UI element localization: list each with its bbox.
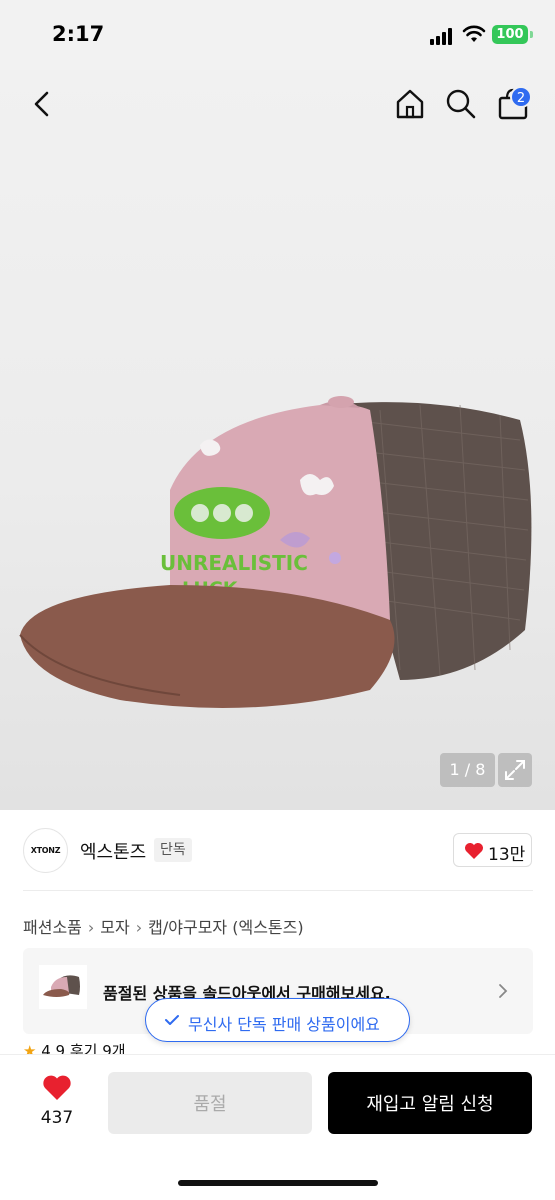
chevron-right-icon: › <box>135 918 143 937</box>
expand-icon[interactable] <box>498 753 532 787</box>
check-icon <box>165 1015 179 1025</box>
brand-name[interactable]: 엑스톤즈 <box>80 838 146 864</box>
toast-text: 무신사 단독 판매 상품이에요 <box>188 1015 380 1034</box>
exclusive-tag: 단독 <box>154 838 192 862</box>
chevron-right-icon: › <box>87 918 95 937</box>
home-icon[interactable] <box>393 86 427 122</box>
soldout-button: 품절 <box>108 1072 312 1134</box>
breadcrumb: 패션소품 › 모자 › 캡/야구모자 (엑스톤즈) <box>23 914 304 938</box>
svg-text:UNREALISTIC: UNREALISTIC <box>160 551 308 575</box>
wishlist-count: 437 <box>40 1108 74 1128</box>
chevron-right-icon <box>499 984 508 998</box>
product-page: 2:17 100 UNREALISTIC 2 1 / 8 XTONZ 엑스톤즈 … <box>0 0 555 1200</box>
status-time: 2:17 <box>52 22 105 46</box>
image-counter: 1 / 8 <box>440 753 495 787</box>
battery-indicator: 100 <box>492 25 528 44</box>
search-icon[interactable] <box>444 86 478 122</box>
restock-alert-button[interactable]: 재입고 알림 신청 <box>328 1072 532 1134</box>
home-indicator <box>178 1180 378 1186</box>
product-image-gallery[interactable]: UNREALISTIC LUCK <box>0 70 555 810</box>
cart-count-badge: 2 <box>510 86 532 108</box>
cellular-signal-icon <box>430 27 456 45</box>
status-bar: 2:17 100 <box>0 0 555 70</box>
divider <box>23 890 533 891</box>
breadcrumb-item[interactable]: 캡/야구모자 (엑스톤즈) <box>148 918 303 937</box>
exclusive-toast: 무신사 단독 판매 상품이에요 <box>145 998 410 1042</box>
product-image-cap: UNREALISTIC LUCK <box>19 396 532 708</box>
heart-icon <box>43 1075 71 1100</box>
heart-icon <box>465 843 483 859</box>
battery-tip <box>530 31 533 38</box>
brand-like-count: 13만 <box>488 845 526 865</box>
breadcrumb-item[interactable]: 모자 <box>100 918 129 937</box>
wifi-icon <box>462 25 486 42</box>
banner-product-thumbnail <box>39 965 87 1009</box>
brand-logo[interactable]: XTONZ <box>23 828 68 873</box>
brand-like-button[interactable]: 13만 <box>453 833 532 867</box>
breadcrumb-item[interactable]: 패션소품 <box>23 918 82 937</box>
back-arrow-icon[interactable] <box>26 86 58 122</box>
